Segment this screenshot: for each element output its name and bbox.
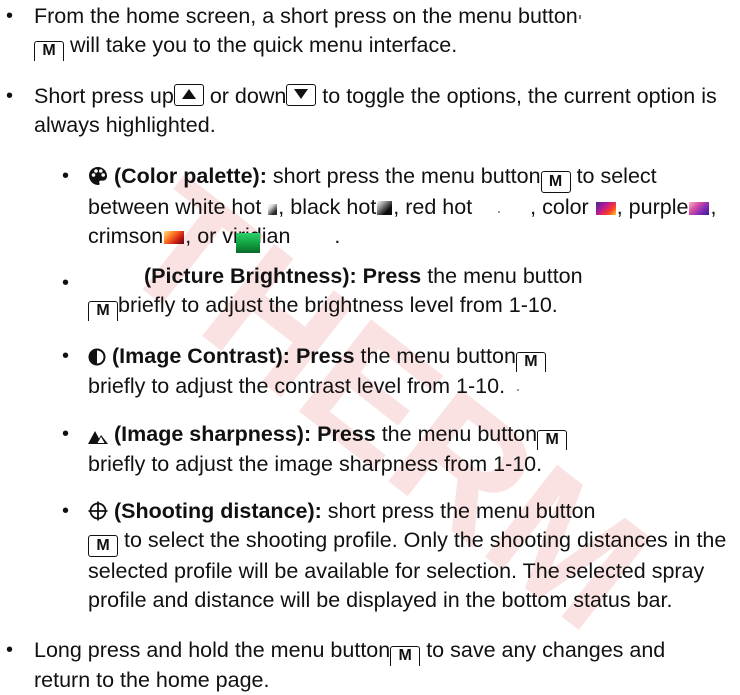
bullet-7: • [62, 500, 70, 522]
list-item-home: From the home screen, a short press on t… [34, 2, 724, 61]
bullet-6: • [62, 423, 70, 445]
bullet-3: • [62, 165, 70, 187]
manual-page: THERM • From the home screen, a short pr… [0, 0, 740, 692]
crosshair-icon [88, 501, 108, 521]
palette-icon [89, 167, 107, 185]
dot-mark [498, 211, 501, 213]
menu-key-icon: M [88, 301, 118, 321]
white-hot-swatch [268, 204, 278, 215]
menu-key-icon: M [540, 171, 571, 193]
list-item-palette: (Color palette): short press the menu bu… [88, 164, 717, 248]
dot-mark [578, 15, 581, 19]
crimson-swatch [164, 231, 185, 244]
list-item-save: Long press and hold the menu button M to … [34, 638, 666, 692]
half-circle-icon [88, 348, 106, 366]
menu-key-icon: M [390, 646, 421, 666]
menu-key-icon: M [88, 535, 118, 557]
up-key-icon [173, 84, 204, 106]
menu-key-icon: M [537, 430, 568, 450]
bullet-2: • [6, 85, 14, 107]
black-hot-swatch [377, 201, 393, 215]
viridian-swatch [236, 233, 260, 253]
bullet-5: • [62, 345, 70, 367]
menu-key-icon: M [515, 352, 546, 372]
down-key-icon [286, 84, 317, 106]
bullet-4: • [62, 272, 70, 294]
mountain-icon [88, 431, 108, 444]
list-item-toggle: Short press up or down to toggle the opt… [34, 84, 717, 137]
purple-swatch [689, 202, 710, 215]
menu-key-icon: M [34, 41, 64, 61]
list-item-sharpness: (Image sharpness): Press the menu button… [88, 420, 728, 479]
list-item-distance: (Shooting distance): short press the men… [88, 499, 727, 612]
color-swatch [595, 202, 616, 215]
bullet-8: • [6, 639, 14, 661]
bullet-1: • [6, 5, 14, 27]
dot-mark [517, 389, 520, 391]
list-item-brightness: (Picture Brightness): Press the menu but… [88, 262, 728, 321]
list-item-contrast: (Image Contrast): Press the menu button M… [88, 342, 728, 401]
